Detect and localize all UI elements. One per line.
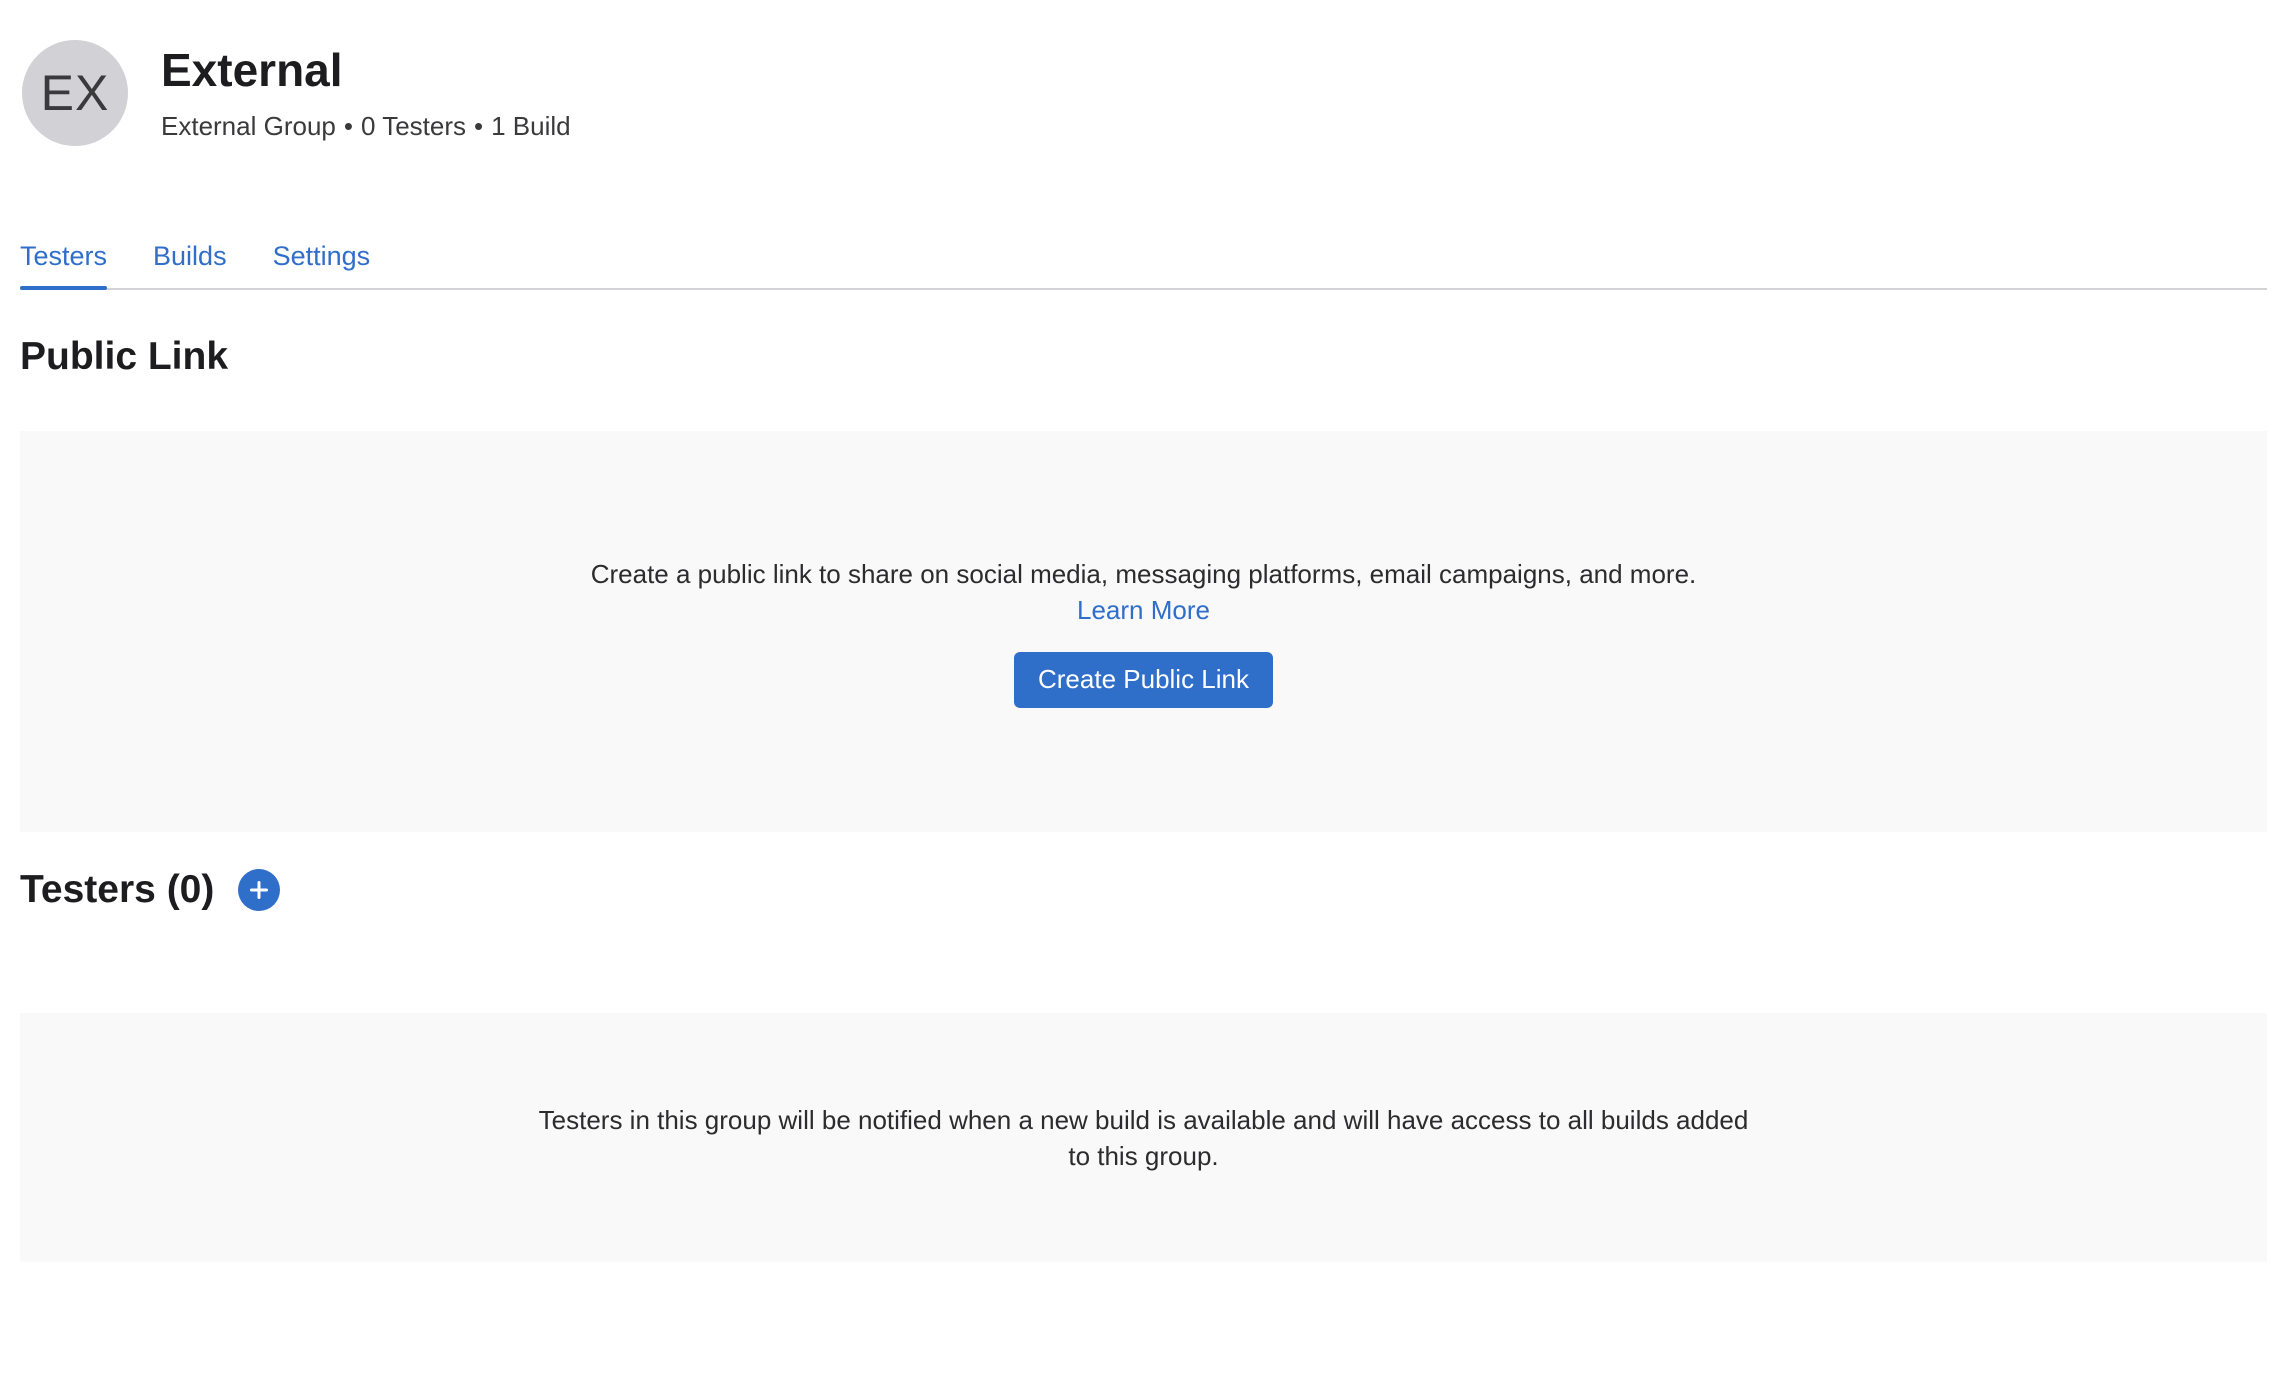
public-link-description: Create a public link to share on social … bbox=[590, 558, 1697, 589]
tab-builds[interactable]: Builds bbox=[153, 236, 227, 288]
group-subtitle: External Group • 0 Testers • 1 Build bbox=[161, 108, 571, 144]
create-public-link-button[interactable]: Create Public Link bbox=[1014, 651, 1273, 708]
testers-empty-panel: Testers in this group will be notified w… bbox=[20, 1013, 2267, 1262]
avatar: EX bbox=[22, 40, 128, 146]
testers-header: Testers (0) bbox=[20, 864, 281, 916]
add-tester-button[interactable] bbox=[238, 869, 281, 911]
plus-circle-icon bbox=[250, 881, 269, 899]
separator-dot: • bbox=[343, 111, 353, 141]
testers-empty-message: Testers in this group will be notified w… bbox=[538, 1104, 1749, 1171]
tab-bar: Testers Builds Settings bbox=[20, 236, 2267, 290]
testers-count: 0 Testers bbox=[360, 111, 466, 141]
group-detail-page: EX External External Group • 0 Testers • 1 B… bbox=[20, 0, 2267, 1378]
tab-testers[interactable]: Testers bbox=[20, 236, 108, 290]
public-link-panel: Create a public link to share on social … bbox=[20, 431, 2267, 832]
separator-dot: • bbox=[474, 111, 484, 141]
tab-settings[interactable]: Settings bbox=[273, 236, 371, 288]
learn-more-link[interactable]: Learn More bbox=[1077, 592, 1210, 628]
public-link-title: Public Link bbox=[20, 335, 229, 378]
page-title: External bbox=[161, 44, 343, 96]
testers-title: Testers (0) bbox=[20, 868, 215, 911]
group-type: External Group bbox=[161, 111, 336, 141]
builds-count: 1 Build bbox=[491, 111, 571, 141]
group-header: EX External External Group • 0 Testers • 1 B… bbox=[20, 39, 2267, 149]
